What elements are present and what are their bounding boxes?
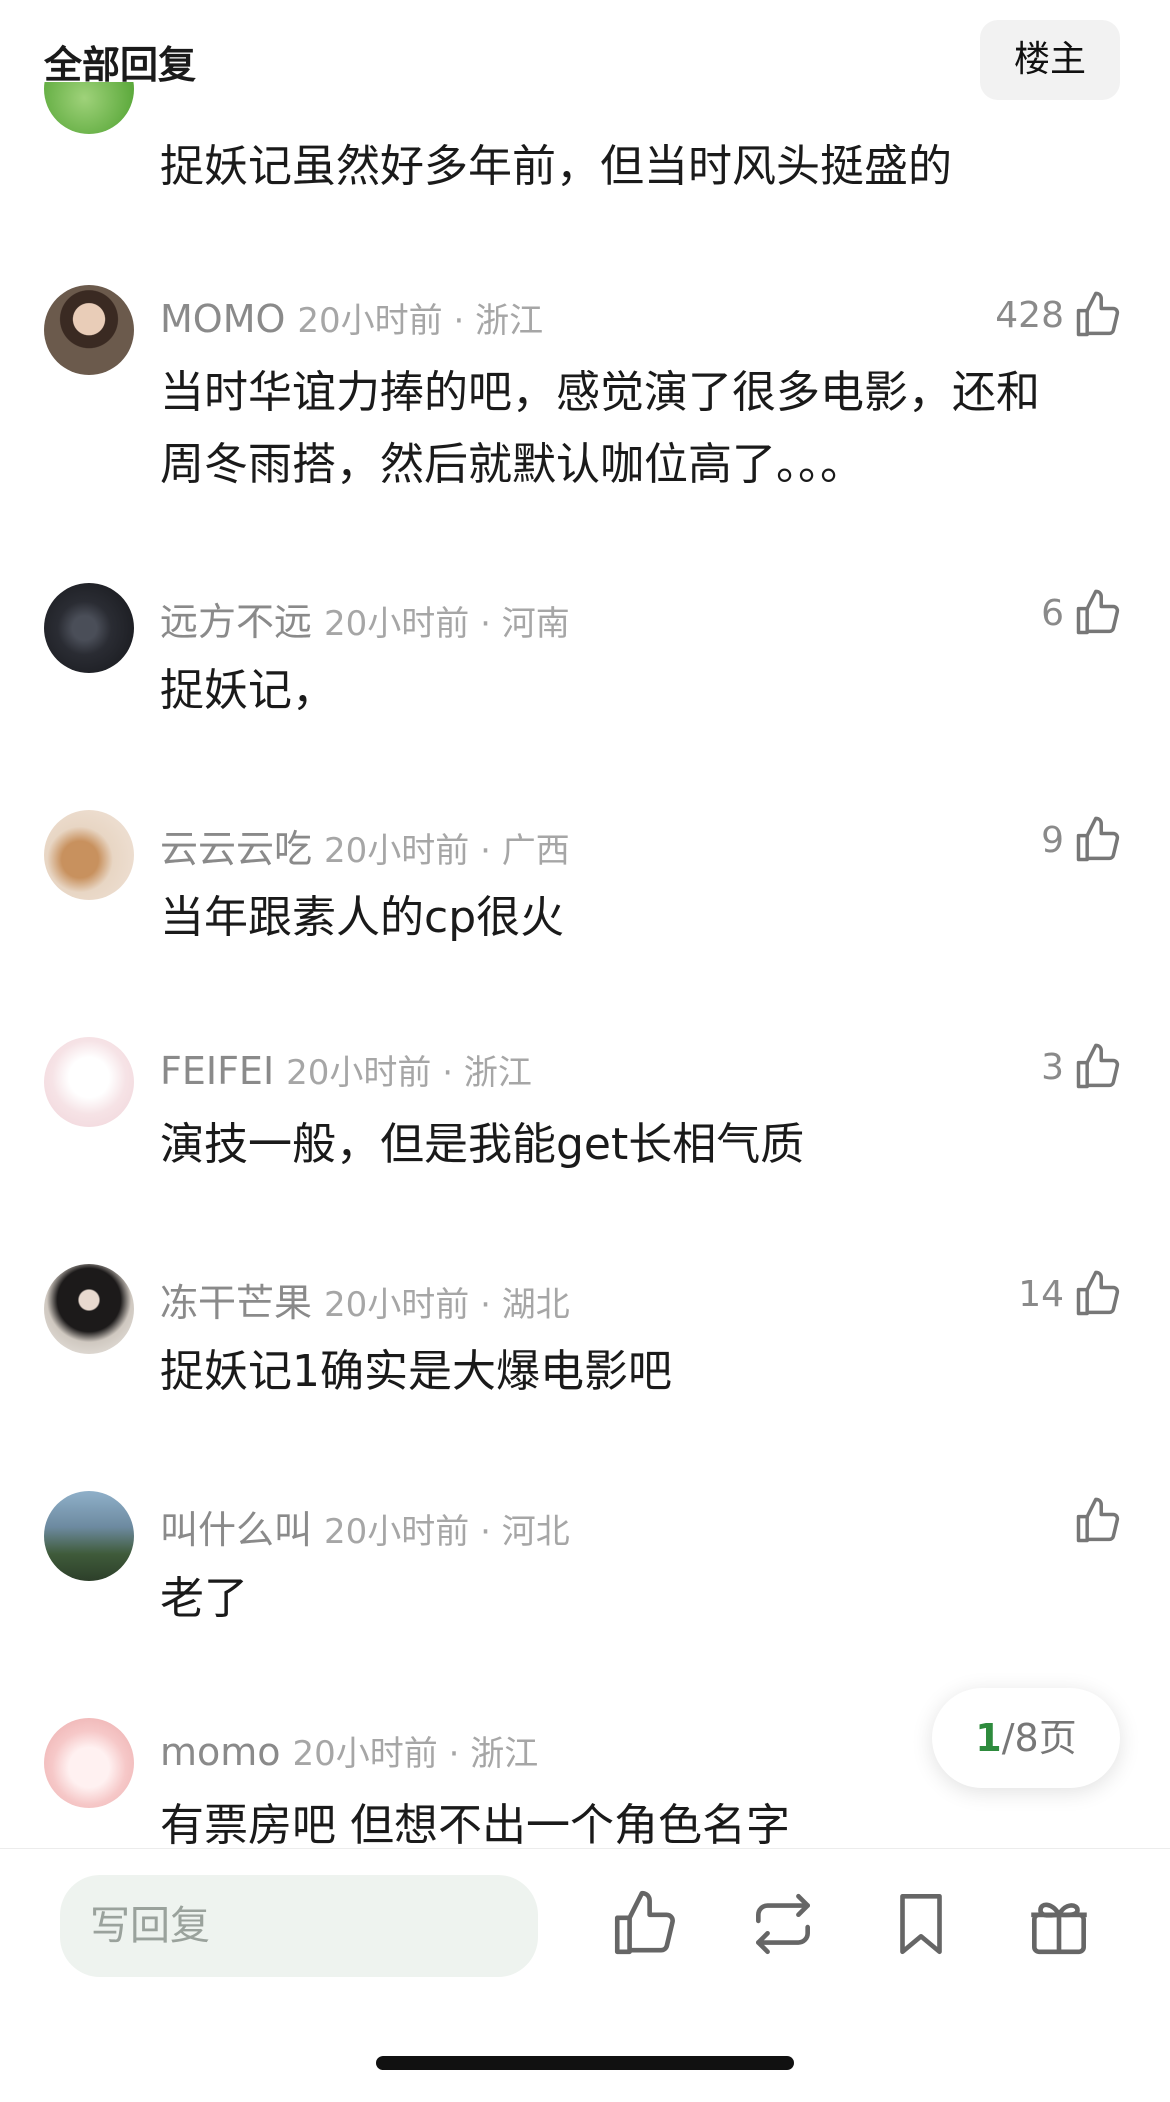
- comment-meta: 远方不远 20小时前 · 河南: [160, 591, 570, 646]
- username[interactable]: 云云云吃: [160, 827, 312, 871]
- total-pages: /8页: [1001, 1716, 1077, 1760]
- comment-time: 20小时前 · 河北: [324, 1512, 570, 1552]
- comment-meta: 冻干芒果 20小时前 · 湖北: [160, 1272, 570, 1327]
- username[interactable]: MOMO: [160, 297, 285, 341]
- username[interactable]: 叫什么叫: [160, 1508, 312, 1552]
- gift-icon[interactable]: [1022, 1887, 1096, 1961]
- username[interactable]: 冻干芒果: [160, 1281, 312, 1325]
- repost-icon[interactable]: [746, 1887, 820, 1961]
- like-count: 9: [1041, 819, 1064, 861]
- like-button[interactable]: [1064, 1491, 1124, 1551]
- avatar[interactable]: [44, 82, 134, 148]
- like-button[interactable]: 9: [1041, 810, 1124, 870]
- like-button[interactable]: 6: [1041, 583, 1124, 643]
- like-count: 6: [1041, 592, 1064, 634]
- avatar[interactable]: [44, 1264, 134, 1354]
- like-count: 3: [1041, 1046, 1064, 1088]
- like-count: 14: [1018, 1273, 1064, 1315]
- comment-time: 20小时前 · 广西: [324, 831, 570, 871]
- comment-meta: 叫什么叫 20小时前 · 河北: [160, 1499, 570, 1554]
- avatar[interactable]: [44, 1718, 134, 1808]
- thumbs-up-icon: [1076, 1497, 1120, 1543]
- comment-text: 当年跟素人的cp很火: [160, 892, 565, 943]
- like-button[interactable]: 3: [1041, 1037, 1124, 1097]
- avatar[interactable]: [44, 285, 134, 375]
- thumbs-up-icon: [1076, 1043, 1120, 1089]
- thumbs-up-icon: [1076, 589, 1120, 635]
- username[interactable]: 远方不远: [160, 600, 312, 644]
- thumbs-up-icon[interactable]: [608, 1887, 682, 1961]
- thumbs-up-icon: [1076, 816, 1120, 862]
- comment-text: 捉妖记，: [160, 665, 336, 716]
- username[interactable]: FEIFEI: [160, 1049, 274, 1093]
- reply-input[interactable]: [60, 1875, 538, 1977]
- comment-time: 20小时前 · 浙江: [286, 1053, 532, 1093]
- comment-time: 20小时前 · 河南: [324, 604, 570, 644]
- header: 全部回复 楼主: [0, 0, 1170, 112]
- like-count: 428: [995, 294, 1064, 336]
- thumbs-up-icon: [1076, 1270, 1120, 1316]
- comment-time: 20小时前 · 浙江: [297, 301, 544, 341]
- thumbs-up-icon: [1076, 291, 1120, 337]
- comment-text: 老了: [160, 1573, 248, 1624]
- comment-text: 捉妖记1确实是大爆电影吧: [160, 1346, 672, 1397]
- page-indicator[interactable]: 1/8页: [932, 1688, 1120, 1788]
- comment-text: 当时华谊力捧的吧，感觉演了很多电影，还和周冬雨搭，然后就默认咖位高了。。。: [160, 367, 1040, 490]
- comment-meta: momo 20小时前 · 浙江: [160, 1726, 538, 1775]
- avatar[interactable]: [44, 1491, 134, 1581]
- avatar[interactable]: [44, 810, 134, 900]
- like-button[interactable]: 428: [995, 285, 1124, 345]
- comment-time: 20小时前 · 浙江: [292, 1734, 539, 1774]
- louzhu-filter-button[interactable]: 楼主: [980, 20, 1120, 100]
- username[interactable]: momo: [160, 1730, 281, 1774]
- comment-meta: 云云云吃 20小时前 · 广西: [160, 818, 570, 873]
- comment-text: 捉妖记虽然好多年前，但当时风头挺盛的: [160, 141, 952, 192]
- comment-text: 演技一般，但是我能get长相气质: [160, 1119, 805, 1170]
- home-indicator: [376, 2056, 794, 2070]
- page-title: 全部回复: [44, 43, 197, 87]
- like-button[interactable]: 14: [1018, 1264, 1124, 1324]
- bookmark-icon[interactable]: [884, 1887, 958, 1961]
- comment-meta: MOMO 20小时前 · 浙江: [160, 293, 543, 342]
- comment-meta: FEIFEI 20小时前 · 浙江: [160, 1045, 532, 1094]
- avatar[interactable]: [44, 1037, 134, 1127]
- current-page: 1: [975, 1716, 1002, 1760]
- avatar[interactable]: [44, 583, 134, 673]
- comment-time: 20小时前 · 湖北: [324, 1285, 570, 1325]
